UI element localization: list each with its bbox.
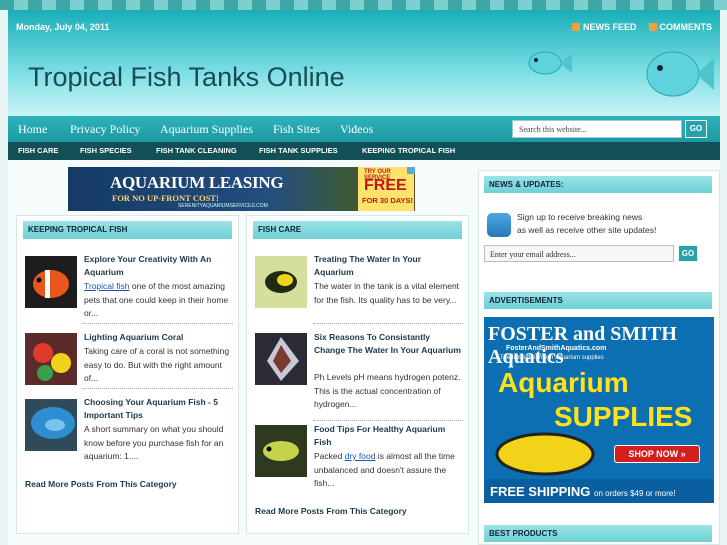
top-decorative-strip [0,0,727,10]
nav-fish-sites[interactable]: Fish Sites [273,122,320,137]
cat-fish-tank-supplies[interactable]: FISH TANK SUPPLIES [259,146,338,155]
separator [83,388,233,389]
banner-line3: SERENITYAQUARIUMSERVICES.COM [178,203,268,209]
ad-headline: Aquarium [498,367,629,398]
fish-decoration-icon [646,51,714,97]
post-excerpt: Ph Levels pH means hydrogen potenz. This… [314,372,461,409]
search-input[interactable]: Search this website... [512,120,682,138]
read-more-link[interactable]: Read More Posts From This Category [25,479,177,489]
nav-videos[interactable]: Videos [340,122,373,137]
cat-keeping-tropical-fish[interactable]: KEEPING TROPICAL FISH [362,146,455,155]
sidebar: NEWS & UPDATES: Sign up to receive break… [478,170,720,545]
banner-line1: AQUARIUM LEASING [110,173,284,192]
rss-feed-icon[interactable] [487,213,511,237]
post-title[interactable]: Six Reasons To Consistantly Change The W… [314,331,462,357]
shop-now-button[interactable]: SHOP NOW » [614,445,700,463]
post-excerpt: Packed dry food is almost all the time u… [314,451,455,488]
middle-column-heading: FISH CARE [253,221,462,239]
dry-food-link[interactable]: dry food [345,451,376,461]
yellow-fish-thumbnail[interactable] [255,256,307,308]
top-nav: NEWS FEED COMMENTS [571,22,712,32]
cat-fish-care[interactable]: FISH CARE [18,146,58,155]
cat-fish-tank-cleaning[interactable]: FISH TANK CLEANING [156,146,237,155]
left-column: KEEPING TROPICAL FISH Explore Your Creat… [16,215,239,534]
separator [313,420,463,421]
email-go-button[interactable]: GO [678,245,698,262]
search-go-button[interactable]: GO [685,120,707,138]
post-excerpt: A short summary on what you should know … [84,424,224,461]
best-products-heading: BEST PRODUCTS [484,525,712,542]
banner-ad[interactable]: AQUARIUM LEASING FOR NO UP-FRONT COST! S… [68,167,415,211]
fish-ad-icon [495,432,595,476]
rss-icon [648,23,657,31]
main-nav: Home Privacy Policy Aquarium Supplies Fi… [8,116,720,142]
post-title[interactable]: Lighting Aquarium Coral [84,331,232,344]
separator [83,323,233,324]
adchoices-icon[interactable] [407,167,415,174]
clownfish-thumbnail[interactable] [25,256,77,308]
site-header: Monday, July 04, 2011 NEWS FEED COMMENTS… [8,10,720,116]
post-excerpt: The water in the tank is a vital element… [314,281,460,305]
nav-home[interactable]: Home [18,122,47,137]
post-title[interactable]: Explore Your Creativity With An Aquarium [84,253,232,279]
blue-fish-thumbnail[interactable] [25,399,77,451]
coral-thumbnail[interactable] [25,333,77,385]
food-fish-thumbnail[interactable] [255,425,307,477]
newsletter-text: Sign up to receive breaking news as well… [517,212,657,235]
advertisements-heading: ADVERTISEMENTS [484,292,712,309]
site-title[interactable]: Tropical Fish Tanks Online [28,62,345,93]
banner-offer: TRY OUR SERVICE FREE FOR 30 DAYS! [358,167,414,211]
cat-fish-species[interactable]: FISH SPECIES [80,146,132,155]
aquarium-supplies-ad[interactable]: FOSTER and SMITH Aquatics FosterAndSmith… [484,317,714,503]
post-title[interactable]: Treating The Water In Your Aquarium [314,253,462,279]
tropical-fish-link[interactable]: Tropical fish [84,281,130,291]
ad-tagline: The trusted name in aquarium supplies [500,355,604,361]
nav-aquarium-supplies[interactable]: Aquarium Supplies [160,122,253,137]
comments-link[interactable]: COMMENTS [648,22,712,32]
header-date: Monday, July 04, 2011 [16,22,110,32]
post-excerpt: Taking care of a coral is not something … [84,346,230,383]
free-shipping: FREE SHIPPING on orders $49 or more! [484,479,714,503]
separator [313,323,463,324]
post-title[interactable]: Choosing Your Aquarium Fish - 5 Importan… [84,396,232,422]
ad-site: FosterAndSmithAquatics.com [506,345,607,352]
news-updates-heading: NEWS & UPDATES: [484,176,712,193]
angelfish-thumbnail[interactable] [255,333,307,385]
nav-privacy-policy[interactable]: Privacy Policy [70,122,140,137]
left-column-heading: KEEPING TROPICAL FISH [23,221,232,239]
read-more-link[interactable]: Read More Posts From This Category [255,506,407,516]
news-feed-link[interactable]: NEWS FEED [571,22,637,32]
category-nav: FISH CARE FISH SPECIES FISH TANK CLEANIN… [8,142,720,160]
page: Monday, July 04, 2011 NEWS FEED COMMENTS… [8,10,720,545]
email-field[interactable]: Enter your email address... [484,245,674,262]
rss-icon [571,23,580,31]
middle-column: FISH CARE Treating The Water In Your Aqu… [246,215,469,534]
banner-line2: FOR NO UP-FRONT COST! [112,193,219,203]
post-title[interactable]: Food Tips For Healthy Aquarium Fish [314,423,462,449]
fish-decoration-icon [528,51,572,75]
post-excerpt: Tropical fish one of the most amazing pe… [84,281,229,318]
